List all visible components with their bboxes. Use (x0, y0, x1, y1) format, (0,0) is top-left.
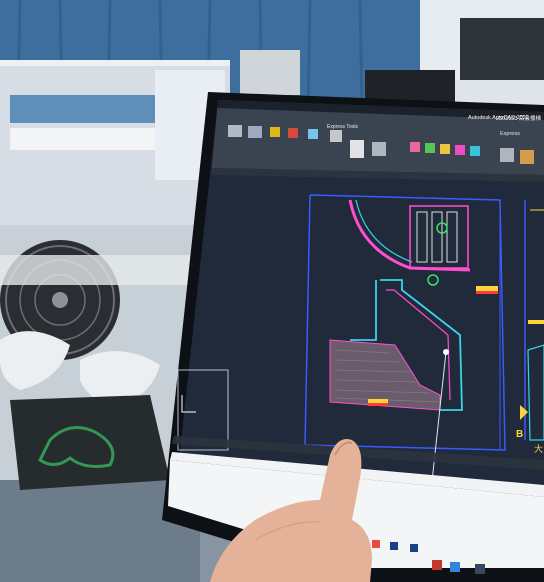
pointing-hand (210, 439, 372, 582)
hand (210, 439, 372, 582)
